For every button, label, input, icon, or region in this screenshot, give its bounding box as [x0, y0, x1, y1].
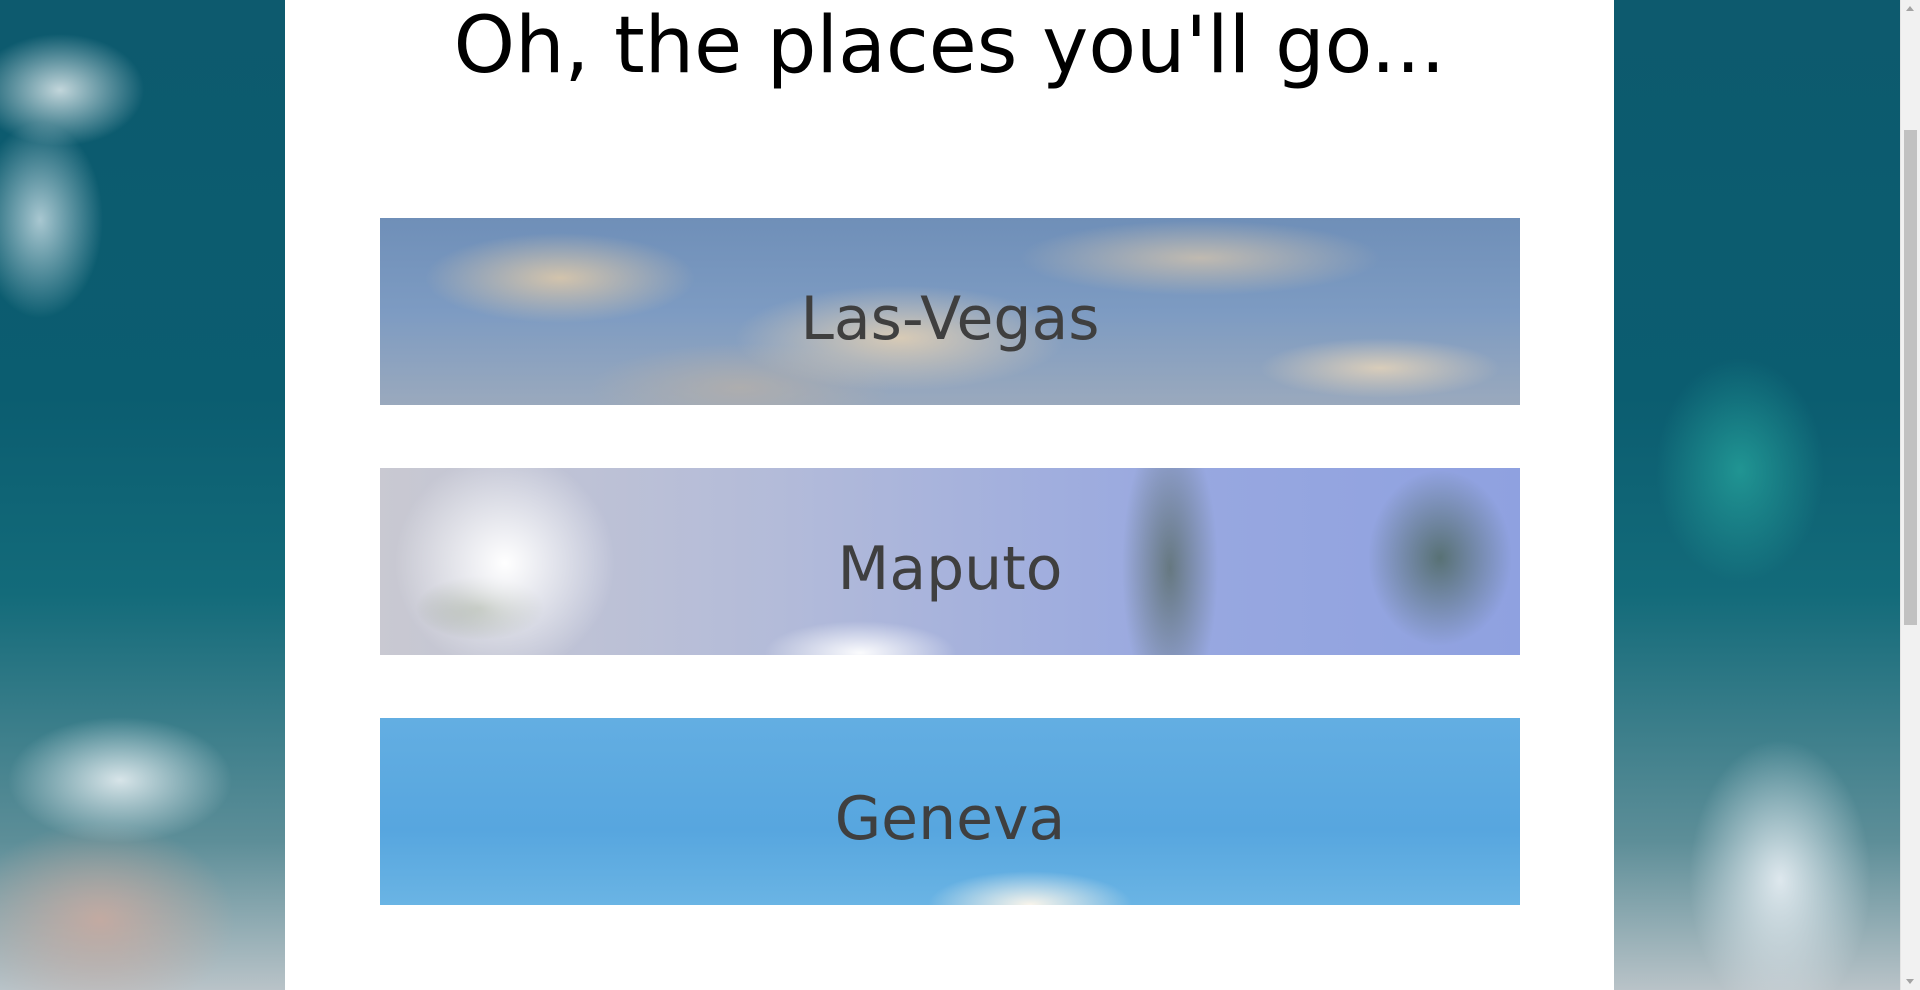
place-card-maputo[interactable]: Maputo: [380, 468, 1520, 655]
scrollbar-thumb[interactable]: [1904, 130, 1917, 625]
scroll-up-arrow-icon[interactable]: [1906, 6, 1914, 11]
place-label: Geneva: [834, 783, 1066, 854]
place-label: Las-Vegas: [800, 283, 1100, 354]
place-label: Maputo: [837, 533, 1063, 604]
place-card-geneva[interactable]: Geneva: [380, 718, 1520, 905]
page-title: Oh, the places you'll go...: [453, 1, 1446, 91]
scroll-down-arrow-icon[interactable]: [1906, 979, 1914, 984]
vertical-scrollbar[interactable]: [1900, 0, 1920, 990]
content-panel: Oh, the places you'll go... Las-Vegas Ma…: [285, 0, 1614, 990]
place-card-las-vegas[interactable]: Las-Vegas: [380, 218, 1520, 405]
